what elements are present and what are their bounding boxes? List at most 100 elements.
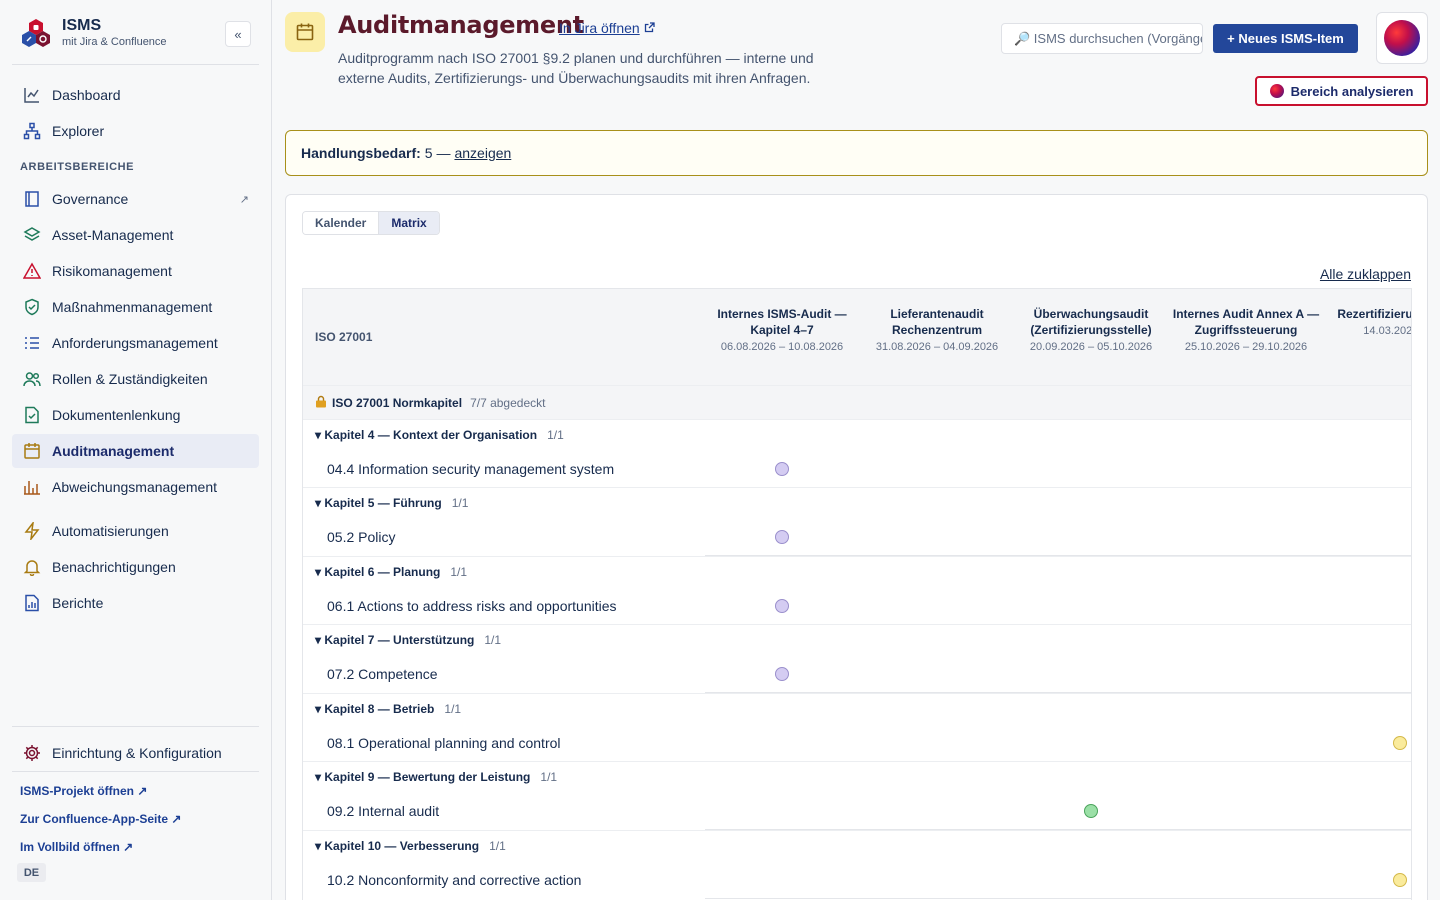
sidebar-item-requirements[interactable]: Anforderungsmanagement: [12, 326, 259, 360]
sidebar-item-notifications[interactable]: Benachrichtigungen: [12, 550, 259, 584]
chapter-count: 1/1: [444, 702, 462, 716]
sidebar-item-nonconformity[interactable]: Abweichungsmanagement: [12, 470, 259, 504]
requirement-row[interactable]: 09.2 Internal audit: [303, 792, 1411, 830]
audit-column-header[interactable]: Überwachungsaudit (Zertifizierungsstelle…: [1016, 306, 1166, 354]
sidebar-divider: [12, 726, 259, 727]
sidebar-item-asset-management[interactable]: Asset-Management: [12, 218, 259, 252]
sidebar-item-reports[interactable]: Berichte: [12, 586, 259, 620]
audit-column-dates: 14.03.2027 – 2: [1363, 325, 1412, 337]
audit-panel: Kalender Matrix Alle zuklappen ISO 27001…: [285, 194, 1428, 900]
chapter-count: 1/1: [450, 565, 468, 579]
audit-column-dates: 20.09.2026 – 05.10.2026: [1029, 341, 1153, 353]
new-isms-item-button[interactable]: + Neues ISMS-Item: [1213, 24, 1358, 53]
chapter-count: 1/1: [489, 839, 506, 853]
requirement-row[interactable]: 08.1 Operational planning and control: [303, 724, 1411, 762]
requirement-row[interactable]: 04.4 Information security management sys…: [303, 450, 1411, 488]
sidebar-item-label: Dashboard: [52, 87, 121, 103]
sidebar-item-measures[interactable]: Maßnahmenmanagement: [12, 290, 259, 324]
open-in-jira-label: In Jira öffnen: [559, 20, 640, 36]
sidebar-item-label: Benachrichtigungen: [52, 559, 176, 575]
show-actions-link[interactable]: anzeigen: [454, 145, 511, 161]
chapter-row[interactable]: ▾ Kapitel 4 — Kontext der Organisation 1/…: [303, 419, 1411, 450]
audit-coverage-dot[interactable]: [1393, 873, 1407, 887]
requirement-row[interactable]: 05.2 Policy: [303, 518, 1411, 556]
norm-group-label: ISO 27001 Normkapitel: [332, 395, 463, 410]
sidebar-divider: [12, 64, 259, 65]
language-badge[interactable]: DE: [17, 863, 46, 882]
chapter-row[interactable]: ▾ Kapitel 7 — Unterstützung 1/1: [303, 624, 1411, 655]
isms-logo-icon: [20, 17, 52, 49]
chapter-label: ▾ Kapitel 10 — Verbesserung: [315, 839, 480, 853]
sidebar-item-documents[interactable]: Dokumentenlenkung: [12, 398, 259, 432]
tab-calendar[interactable]: Kalender: [303, 212, 379, 234]
open-isms-project-link[interactable]: ISMS-Projekt öffnen ↗: [20, 784, 147, 798]
checklist-icon: [22, 333, 42, 353]
calendar-icon: [22, 441, 42, 461]
chapter-row[interactable]: ▾ Kapitel 8 — Betrieb 1/1: [303, 693, 1411, 724]
audit-column-name: Rezertifizierungsaudit: [1337, 307, 1412, 321]
chapter-label: ▾ Kapitel 5 — Führung: [315, 496, 442, 510]
requirement-label: 04.4 Information security management sys…: [327, 461, 615, 477]
action-required-bar: Handlungsbedarf: 5 — anzeigen: [285, 130, 1428, 176]
sidebar-item-label: Maßnahmenmanagement: [52, 299, 213, 315]
sidebar-item-explorer[interactable]: Explorer: [12, 114, 259, 148]
sidebar-item-roles[interactable]: Rollen & Zuständigkeiten: [12, 362, 259, 396]
action-required-count: 5 —: [424, 145, 451, 161]
row-divider: [705, 898, 1411, 899]
layers-icon: [22, 225, 42, 245]
requirement-row[interactable]: 07.2 Competence: [303, 655, 1411, 693]
requirement-row[interactable]: 06.1 Actions to address risks and opport…: [303, 587, 1411, 625]
search-input[interactable]: 🔎 ISMS durchsuchen (Vorgänge, Seiten …): [1001, 23, 1203, 54]
sidebar-item-audit-management[interactable]: Auditmanagement: [12, 434, 259, 468]
bell-icon: [22, 557, 42, 577]
chapter-row[interactable]: ▾ Kapitel 10 — Verbesserung 1/1: [303, 830, 1411, 861]
audit-coverage-dot[interactable]: [775, 667, 789, 681]
audit-coverage-dot[interactable]: [775, 599, 789, 613]
chapter-label: ▾ Kapitel 7 — Unterstützung: [315, 633, 475, 647]
sidebar-item-label: Auditmanagement: [52, 443, 175, 459]
page-description: Auditprogramm nach ISO 27001 §9.2 planen…: [338, 50, 814, 86]
brand[interactable]: ISMS mit Jira & Confluence: [20, 16, 167, 49]
audit-column-header[interactable]: Rezertifizierungsaudit 14.03.2027 – 2: [1325, 306, 1412, 338]
document-check-icon: [22, 405, 42, 425]
sidebar-item-governance[interactable]: Governance ↗: [12, 182, 259, 216]
chapter-row[interactable]: ▾ Kapitel 5 — Führung 1/1: [303, 487, 1411, 518]
sidebar-item-settings[interactable]: Einrichtung & Konfiguration: [12, 736, 259, 770]
chapter-label: ▾ Kapitel 8 — Betrieb: [315, 702, 435, 716]
audit-coverage-dot[interactable]: [1084, 804, 1098, 818]
norm-group-row[interactable]: ISO 27001 Normkapitel 7/7 abgedeckt: [303, 385, 1411, 419]
sidebar-item-automations[interactable]: Automatisierungen: [12, 514, 259, 548]
confluence-app-page-link[interactable]: Zur Confluence-App-Seite ↗: [20, 812, 181, 826]
sidebar-item-risk-management[interactable]: Risikomanagement: [12, 254, 259, 288]
audit-column-header[interactable]: Internes Audit Annex A — Zugriffssteueru…: [1171, 306, 1321, 354]
chapter-row[interactable]: ▾ Kapitel 9 — Bewertung der Leistung 1/1: [303, 761, 1411, 792]
requirement-label: 06.1 Actions to address risks and opport…: [327, 598, 617, 614]
external-link-icon: [644, 20, 655, 36]
collapse-sidebar-button[interactable]: «: [225, 21, 251, 47]
chart-line-icon: [22, 85, 42, 105]
chapter-label: ▾ Kapitel 6 — Planung: [315, 565, 441, 579]
matrix-header: ISO 27001 Internes ISMS-Audit — Kapitel …: [303, 289, 1412, 385]
matrix-row-header: ISO 27001: [315, 330, 373, 344]
audit-column-header[interactable]: Lieferantenaudit Rechenzentrum 31.08.202…: [862, 306, 1012, 354]
people-icon: [22, 369, 42, 389]
requirement-row[interactable]: 10.2 Nonconformity and corrective action: [303, 861, 1411, 899]
audit-column-dates: 25.10.2026 – 29.10.2026: [1184, 341, 1308, 353]
collapse-all-link[interactable]: Alle zuklappen: [1320, 266, 1411, 282]
audit-coverage-dot[interactable]: [775, 462, 789, 476]
assistant-button[interactable]: [1376, 12, 1428, 64]
tab-matrix[interactable]: Matrix: [378, 212, 439, 234]
open-in-jira-link[interactable]: In Jira öffnen: [559, 20, 655, 36]
analyze-area-button[interactable]: Bereich analysieren: [1255, 76, 1428, 106]
sidebar-item-dashboard[interactable]: Dashboard: [12, 78, 259, 112]
fullscreen-link[interactable]: Im Vollbild öffnen ↗: [20, 840, 133, 854]
analyze-area-label: Bereich analysieren: [1290, 83, 1414, 99]
audit-coverage-dot[interactable]: [1393, 736, 1407, 750]
audit-coverage-dot[interactable]: [775, 530, 789, 544]
view-tabs: Kalender Matrix: [302, 211, 440, 235]
sidebar-item-label: Explorer: [52, 123, 105, 139]
audit-column-header[interactable]: Internes ISMS-Audit — Kapitel 4–7 06.08.…: [707, 306, 857, 354]
chapter-row[interactable]: ▾ Kapitel 6 — Planung 1/1: [303, 556, 1411, 587]
requirement-label: 07.2 Competence: [327, 666, 438, 682]
audit-column-name: Überwachungsaudit (Zertifizierungsstelle…: [1030, 307, 1152, 337]
